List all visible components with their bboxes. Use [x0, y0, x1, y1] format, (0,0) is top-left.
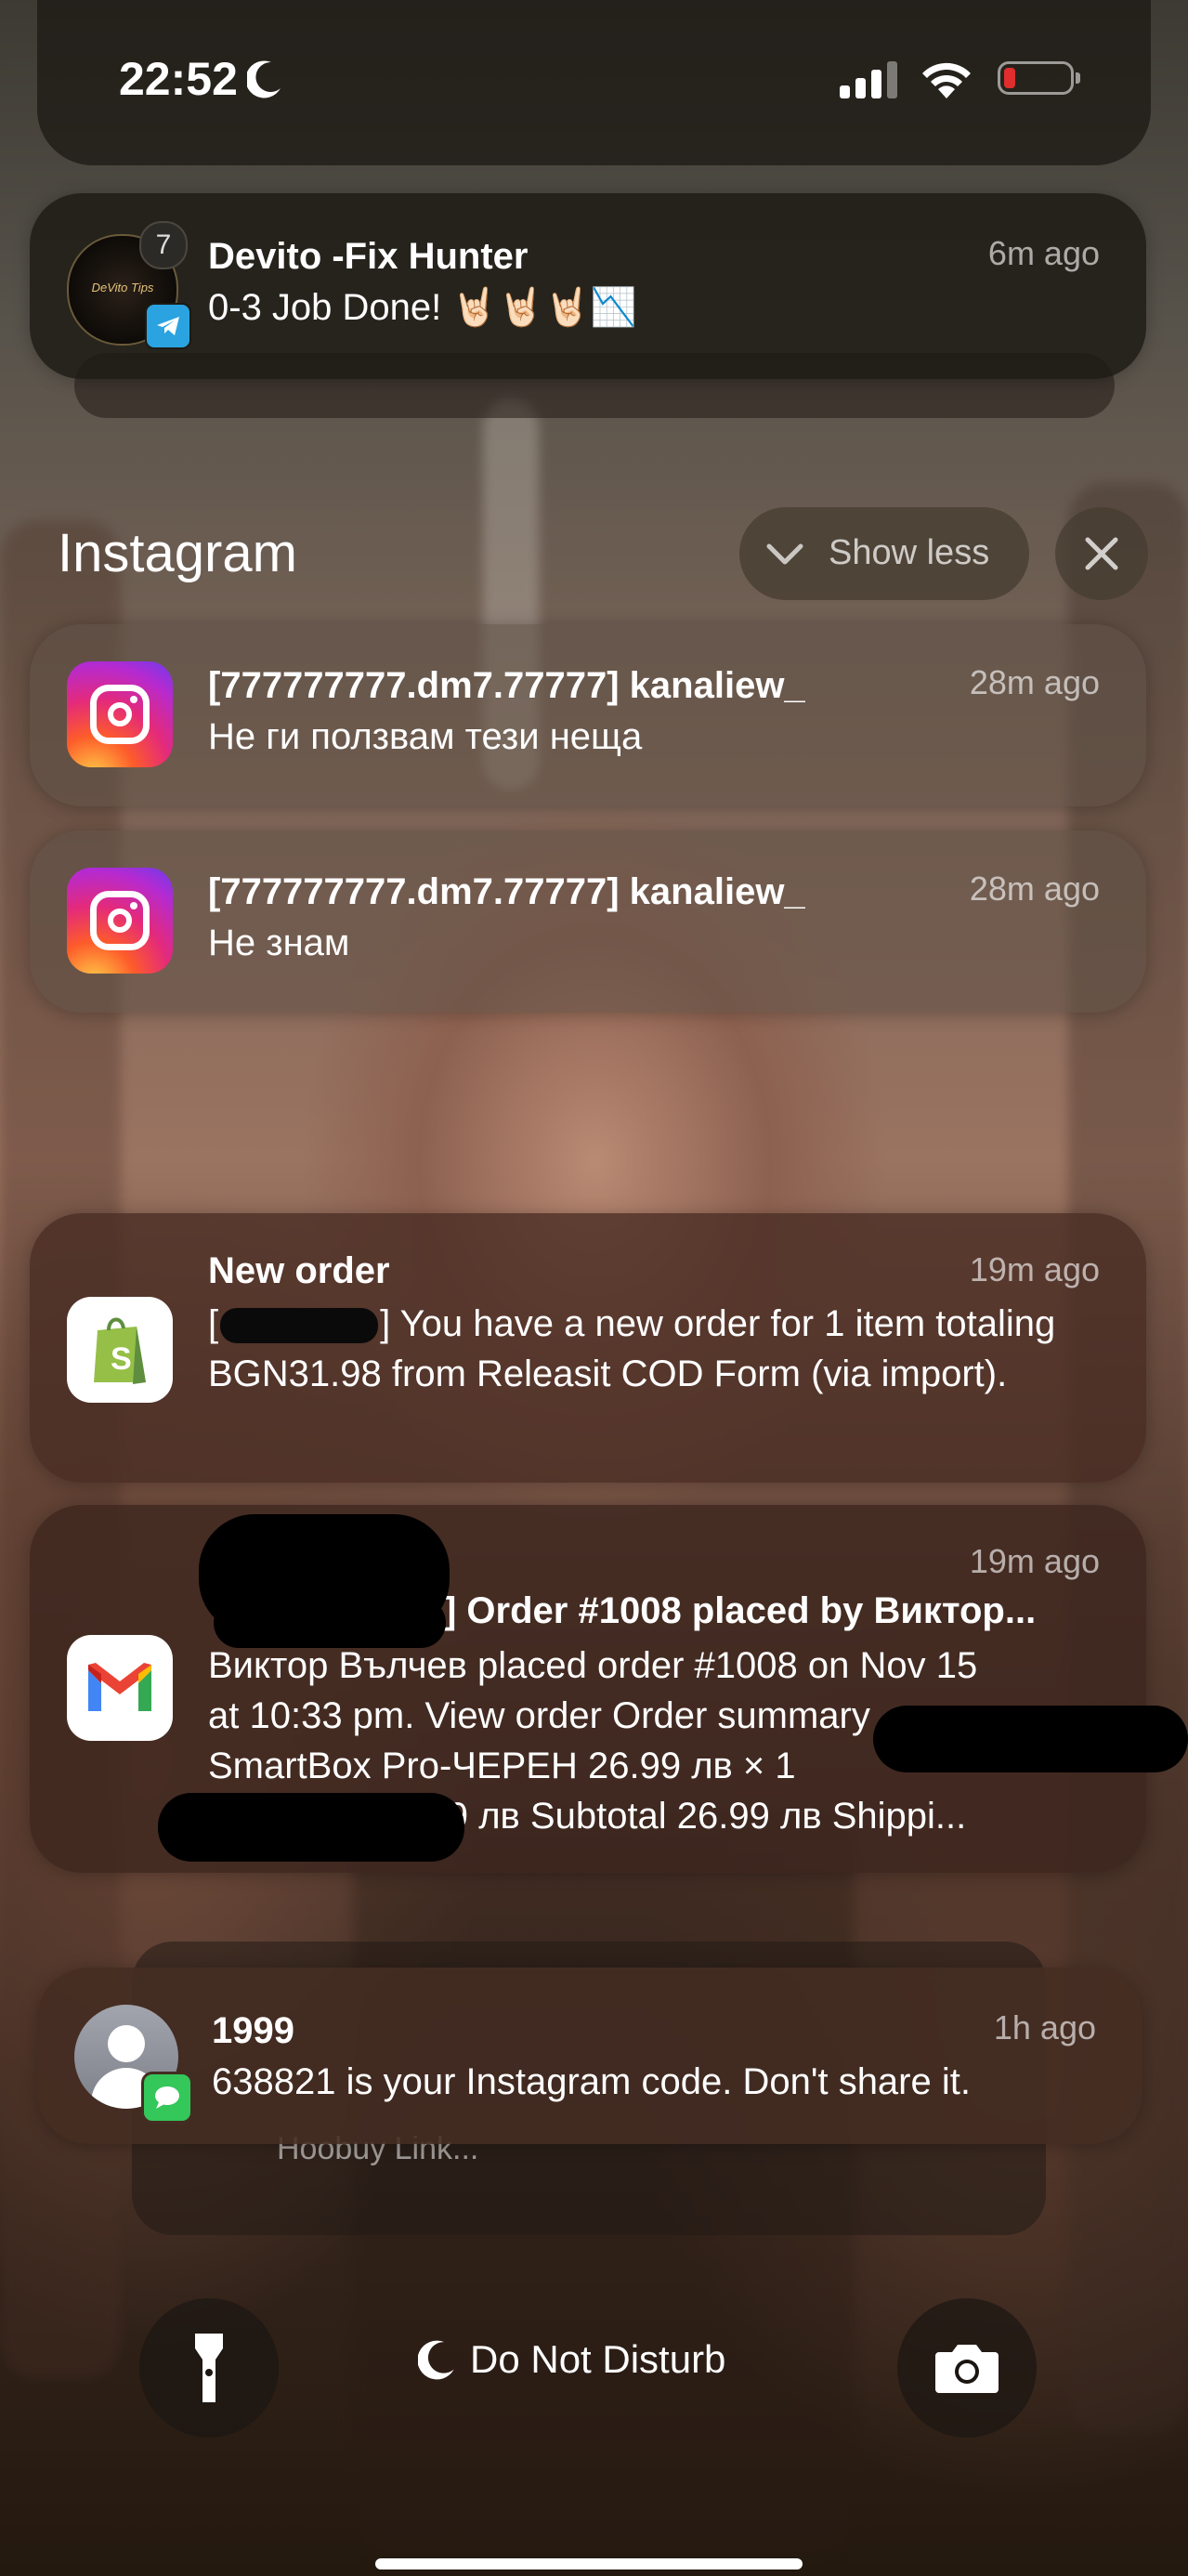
- status-bar: 22:52: [0, 0, 1188, 165]
- status-time: 22:52: [119, 53, 238, 105]
- flashlight-icon: [195, 2334, 223, 2402]
- notification-time: 1h ago: [993, 2008, 1096, 2046]
- notification-title: ] Order #1008 placed by Виктор...: [444, 1590, 1037, 1631]
- wifi-icon: [922, 62, 971, 98]
- notification-instagram-2[interactable]: [777777777.dm7.77777] kanaliew_ 28m ago …: [30, 830, 1146, 1013]
- moon-icon: [246, 60, 281, 98]
- redaction-mark: [873, 1706, 1188, 1772]
- notification-title: [777777777.dm7.77777] kanaliew_: [208, 665, 805, 706]
- instagram-icon: [67, 868, 173, 974]
- close-icon: [1085, 537, 1118, 570]
- notification-title: 1999: [212, 2010, 294, 2051]
- notification-message: [] You have a new order for 1 item total…: [208, 1303, 1056, 1394]
- messages-icon: [141, 2072, 193, 2124]
- shopify-bag-icon: S: [67, 1297, 173, 1403]
- close-group-button[interactable]: [1055, 507, 1148, 600]
- notification-message: Не знам: [208, 922, 350, 963]
- home-indicator[interactable]: [375, 2558, 803, 2569]
- notification-telegram[interactable]: DeVito Tips 7 Devito -Fix Hunter 6m ago …: [30, 193, 1146, 379]
- camera-button[interactable]: [897, 2298, 1037, 2438]
- notification-time: 6m ago: [987, 234, 1100, 272]
- avatar-logo-text: DeVito Tips: [91, 281, 154, 294]
- notification-time: 28m ago: [969, 870, 1100, 908]
- instagram-icon: [67, 661, 173, 767]
- group-header-instagram: Instagram: [58, 523, 297, 583]
- notification-messages[interactable]: 1999 1h ago 638821 is your Instagram cod…: [37, 1968, 1142, 2144]
- notification-time: 28m ago: [969, 663, 1100, 701]
- moon-icon: [418, 2340, 454, 2380]
- gmail-icon: [67, 1635, 173, 1741]
- svg-text:S: S: [111, 1341, 132, 1377]
- notification-time: 19m ago: [969, 1542, 1100, 1580]
- show-less-label: Show less: [829, 533, 990, 572]
- notification-shopify[interactable]: S New order 19m ago [] You have a new or…: [30, 1213, 1146, 1483]
- camera-icon: [935, 2345, 999, 2393]
- redacted-text: [220, 1308, 379, 1344]
- telegram-icon: [145, 303, 191, 349]
- notification-count-badge: 7: [139, 221, 188, 269]
- focus-label: Do Not Disturb: [470, 2337, 726, 2381]
- redaction-mark: [158, 1793, 464, 1862]
- focus-mode-indicator[interactable]: Do Not Disturb: [418, 2337, 725, 2382]
- notification-title: Devito -Fix Hunter: [208, 236, 529, 277]
- chevron-down-icon: [766, 543, 803, 565]
- battery-low-icon: [998, 61, 1080, 95]
- notification-time: 19m ago: [969, 1250, 1100, 1288]
- notification-message: Не ги ползвам тези неща: [208, 716, 643, 757]
- cellular-signal-icon: [840, 61, 897, 98]
- notification-title: [777777777.dm7.77777] kanaliew_: [208, 871, 805, 912]
- show-less-button[interactable]: Show less: [739, 507, 1029, 600]
- notification-title: New order: [208, 1250, 390, 1291]
- notification-message: 0-3 Job Done! 🤘🏻🤘🏻🤘🏻📉: [208, 287, 637, 328]
- notification-instagram-1[interactable]: [777777777.dm7.77777] kanaliew_ 28m ago …: [30, 624, 1146, 806]
- flashlight-button[interactable]: [139, 2298, 279, 2438]
- redaction-mark: [214, 1598, 446, 1648]
- notification-message: 638821 is your Instagram code. Don't sha…: [212, 2061, 971, 2102]
